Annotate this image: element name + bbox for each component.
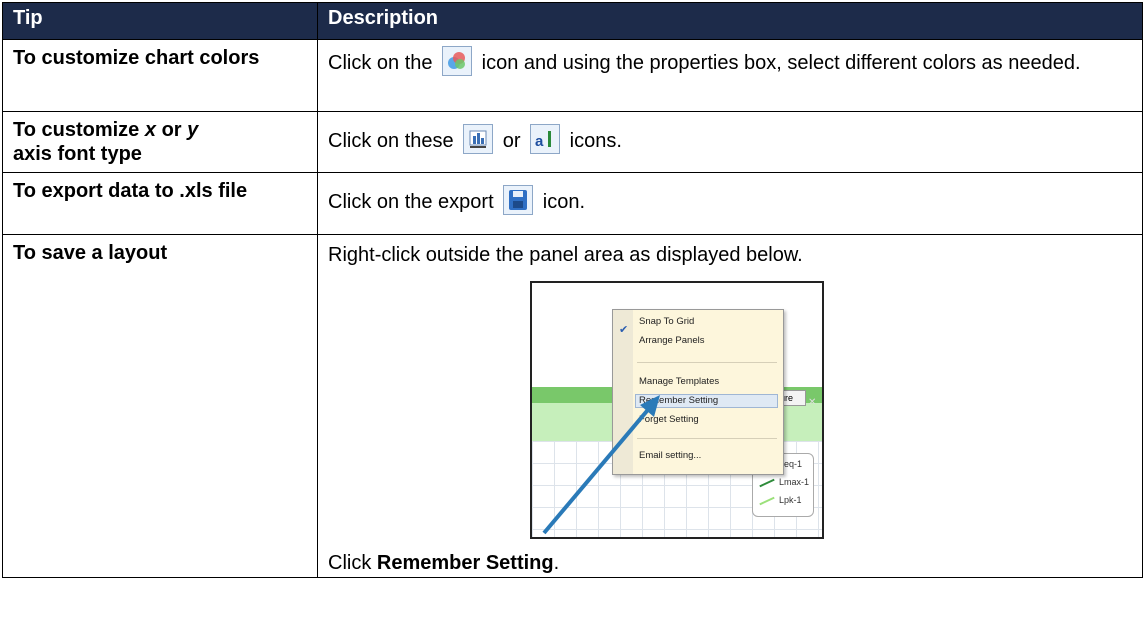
table-row: To customize chart colors Click on the i… [2,39,1143,112]
tip-cell: To save a layout [2,234,318,578]
description-cell: Right-click outside the panel area as di… [317,234,1143,578]
desc-text: Click on the [328,52,433,74]
desc-text: icons. [569,130,622,152]
tips-table: Tip Description To customize chart color… [2,2,1143,578]
tip-cell: To customize x or y axis font type [2,111,318,173]
desc-or: or [502,130,521,152]
desc-final: Click Remember Setting. [328,549,1132,577]
description-cell: Click on the icon and using the properti… [317,39,1143,112]
desc-text: icon. [542,191,586,213]
tip-text: To customize [13,119,140,141]
desc-intro: Right-click outside the panel area as di… [328,244,803,266]
table-header-row: Tip Description [2,2,1143,40]
tip-cell: To export data to .xls file [2,172,318,235]
desc-text: Click on these [328,130,454,152]
tip-y: y [187,119,199,141]
y-axis-font-icon: a [530,124,561,154]
header-tip: Tip [2,2,318,40]
table-row: To save a layout Right-click outside the… [2,234,1143,578]
desc-period: . [553,552,560,574]
svg-text:a: a [535,133,544,150]
desc-text: Click on the export [328,191,494,213]
x-axis-font-icon [463,124,494,154]
save-export-icon [503,185,534,215]
tip-cell: To customize chart colors [2,39,318,112]
description-cell: Click on these or a icons. [317,111,1143,173]
desc-text: Click [328,552,372,574]
table-row: To export data to .xls file Click on the… [2,172,1143,235]
desc-text: icon and using the properties box, selec… [481,52,1081,74]
color-palette-icon [442,46,473,76]
desc-bold: Remember Setting [376,552,554,574]
context-menu-screenshot: gure ✕ Leq-1 Lmax-1 Lpk-1 ✔ Snap To Grid… [530,281,824,539]
tip-x: x [144,119,156,141]
tip-or: or [161,119,182,141]
tip-text: axis font type [13,143,142,165]
table-row: To customize x or y axis font type Click… [2,111,1143,173]
pointer-arrow [542,395,660,535]
description-cell: Click on the export icon. [317,172,1143,235]
header-description: Description [317,2,1143,40]
